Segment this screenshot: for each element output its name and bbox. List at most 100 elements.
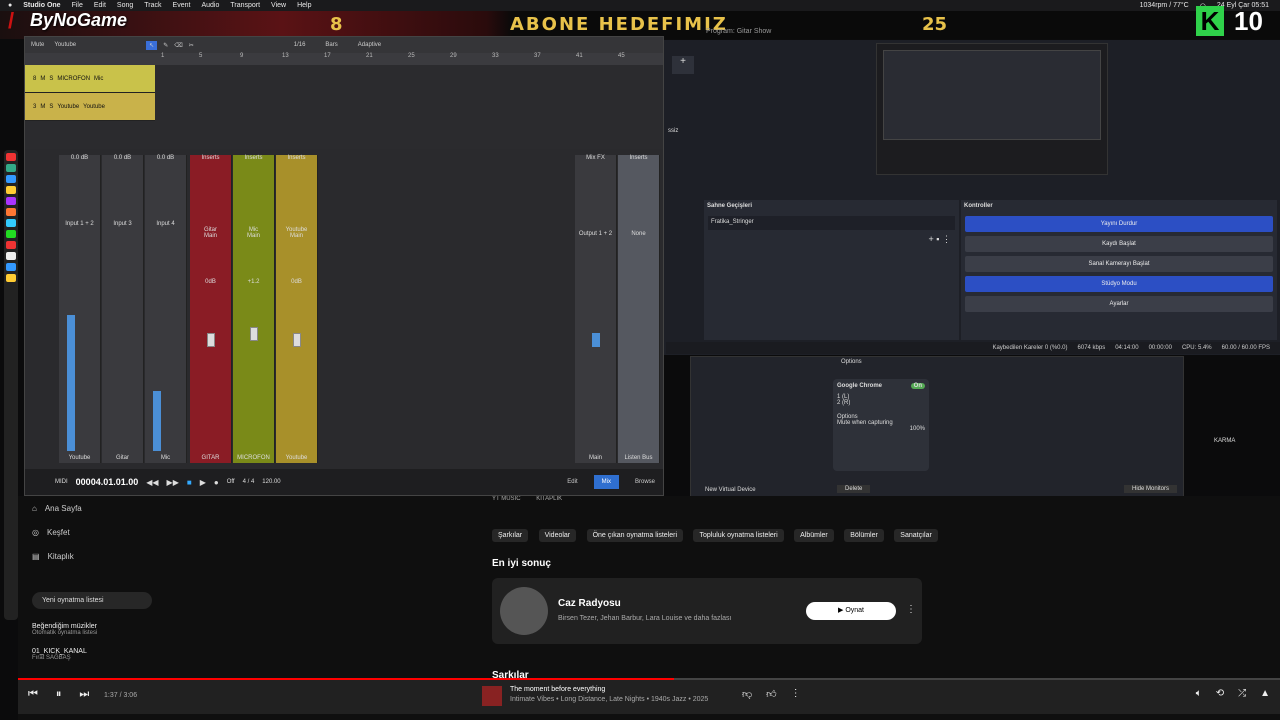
time-signature[interactable]: 4 / 4	[243, 479, 255, 485]
chip-videos[interactable]: Videolar	[538, 529, 577, 542]
hide-monitors-button[interactable]: Hide Monitors	[1123, 485, 1177, 493]
quantize-field[interactable]: 1/16	[294, 42, 306, 48]
sync-off[interactable]: Off	[227, 479, 235, 485]
output-select[interactable]: Output 1 + 2	[575, 231, 616, 237]
radio-title[interactable]: Caz Radyosu	[558, 598, 621, 609]
app-menu[interactable]: Studio One	[23, 2, 60, 9]
pencil-tool-icon[interactable]: ✎	[163, 42, 168, 49]
timebase-field[interactable]: Bars	[325, 42, 337, 48]
inserts-label[interactable]: Inserts	[276, 155, 317, 161]
track-youtube[interactable]: 3 MS Youtube Youtube	[25, 93, 155, 121]
solo-button[interactable]: S	[49, 76, 53, 82]
more-icon[interactable]: ⋮	[906, 604, 916, 615]
chip-featured[interactable]: Öne çıkan oynatma listeleri	[586, 529, 684, 542]
solo-button[interactable]: S	[49, 104, 53, 110]
time-display[interactable]: 00004.01.01.00	[76, 477, 139, 487]
shuffle-icon[interactable]: ⤮	[1238, 688, 1246, 699]
inserts-label[interactable]: Inserts	[190, 155, 231, 161]
progress-track[interactable]	[18, 678, 1280, 680]
app-icon[interactable]	[6, 219, 16, 227]
liked-songs[interactable]: Beğendiğim müzikler	[32, 623, 152, 630]
options-label[interactable]: Options	[691, 357, 1183, 367]
delete-button[interactable]: Delete	[837, 485, 871, 493]
chip-episodes[interactable]: Bölümler	[844, 529, 884, 542]
menu-view[interactable]: View	[271, 2, 286, 9]
track-microfon[interactable]: 8 MS MICROFON Mic	[25, 65, 155, 93]
nav-explore[interactable]: ◎ Keşfet	[32, 520, 152, 544]
track-name-field[interactable]: Youtube	[54, 42, 76, 48]
menu-song[interactable]: Song	[117, 2, 133, 9]
pause-icon[interactable]: ⏸	[56, 688, 62, 701]
channel-route[interactable]: Main	[276, 233, 317, 239]
split-tool-icon[interactable]: ✂	[189, 42, 194, 49]
prev-icon[interactable]: ⏮	[28, 688, 38, 701]
menu-event[interactable]: Event	[173, 2, 191, 9]
nav-library[interactable]: ▤ Kitaplık	[32, 544, 152, 568]
expand-icon[interactable]: ▲	[1260, 688, 1270, 699]
channel-input[interactable]: Input 4	[145, 221, 186, 227]
timeline-ruler[interactable]: 1 5 9 13 17 21 25 29 33 37 41 45	[25, 53, 663, 65]
app-icon[interactable]	[6, 241, 16, 249]
chip-community[interactable]: Topluluk oynatma listeleri	[693, 529, 784, 542]
app-icon[interactable]	[6, 153, 16, 161]
app-icon[interactable]	[6, 186, 16, 194]
channel-route[interactable]: Main	[233, 233, 274, 239]
track-title[interactable]: The moment before everything	[510, 686, 605, 693]
app-icon[interactable]	[6, 164, 16, 172]
channel-input[interactable]: Input 1 + 2	[59, 221, 100, 227]
tab-edit[interactable]: Edit	[559, 475, 585, 489]
eraser-tool-icon[interactable]: ⌫	[174, 42, 182, 49]
volume-icon[interactable]: 🔈︎	[1196, 688, 1202, 699]
app-icon[interactable]	[6, 208, 16, 216]
chip-songs[interactable]: Şarkılar	[492, 529, 529, 542]
tab-yt-music[interactable]: YT MUSIC	[492, 496, 521, 502]
menu-edit[interactable]: Edit	[94, 2, 106, 9]
arrow-tool-icon[interactable]: ↖	[146, 40, 158, 50]
app-icon[interactable]	[6, 252, 16, 260]
nav-home[interactable]: ⌂ Ana Sayfa	[32, 496, 152, 520]
menu-icon[interactable]: ⋮	[791, 688, 801, 700]
top-result-card[interactable]: Caz Radyosu Birsen Tezer, Jehan Barbur, …	[492, 578, 922, 644]
transition-add-icon[interactable]: + ▪ ⋮	[929, 234, 951, 245]
next-icon[interactable]: ⏭	[79, 688, 89, 701]
app-icon[interactable]	[6, 263, 16, 271]
volume-fader[interactable]	[293, 333, 301, 347]
app-icon[interactable]	[6, 197, 16, 205]
menu-file[interactable]: File	[72, 2, 83, 9]
mute-button[interactable]: M	[40, 104, 45, 110]
rewind-icon[interactable]: ◀◀	[146, 478, 158, 487]
repeat-icon[interactable]: ⟲	[1216, 688, 1224, 699]
menu-audio[interactable]: Audio	[201, 2, 219, 9]
app-icon[interactable]	[6, 274, 16, 282]
mute-label[interactable]: Mute	[31, 42, 44, 48]
play-icon[interactable]: ▶	[200, 478, 206, 487]
menu-transport[interactable]: Transport	[230, 2, 260, 9]
tab-mix[interactable]: Mix	[593, 475, 619, 489]
record-icon[interactable]: ●	[214, 478, 219, 487]
start-recording-button[interactable]: Kaydı Başlat	[965, 236, 1273, 252]
new-device[interactable]: New Virtual Device	[705, 487, 756, 493]
new-playlist-button[interactable]: Yeni oynatma listesi	[32, 592, 152, 609]
volume-fader[interactable]	[207, 333, 215, 347]
chrome-toggle[interactable]: On	[910, 383, 925, 389]
inserts-label[interactable]: Inserts	[233, 155, 274, 161]
play-button[interactable]: ▶ Oynat	[806, 602, 896, 620]
channel-input[interactable]: Input 3	[102, 221, 143, 227]
volume-fader[interactable]	[250, 327, 258, 341]
transition-select[interactable]: Fratika_Stringer	[708, 216, 955, 230]
mix-fx-label[interactable]: Mix FX	[575, 155, 616, 161]
mute-button[interactable]: M	[40, 76, 45, 82]
stop-stream-button[interactable]: Yayını Durdur	[965, 216, 1273, 232]
playlist-kick[interactable]: 01_KICK_KANAL	[32, 648, 152, 655]
none-select[interactable]: None	[618, 231, 659, 237]
app-icon[interactable]	[6, 175, 16, 183]
tab-browse[interactable]: Browse	[627, 475, 663, 489]
tab-library[interactable]: KİTAPLIK	[536, 496, 562, 502]
snap-mode-field[interactable]: Adaptive	[358, 42, 381, 48]
virtual-camera-button[interactable]: Sanal Kamerayı Başlat	[965, 256, 1273, 272]
tempo-field[interactable]: 120.00	[262, 479, 280, 485]
like-icon[interactable]: 👍︎	[766, 688, 776, 700]
forward-icon[interactable]: ▶▶	[167, 478, 179, 487]
channel-route[interactable]: Main	[190, 233, 231, 239]
loop-icon[interactable]: ■	[187, 478, 192, 487]
